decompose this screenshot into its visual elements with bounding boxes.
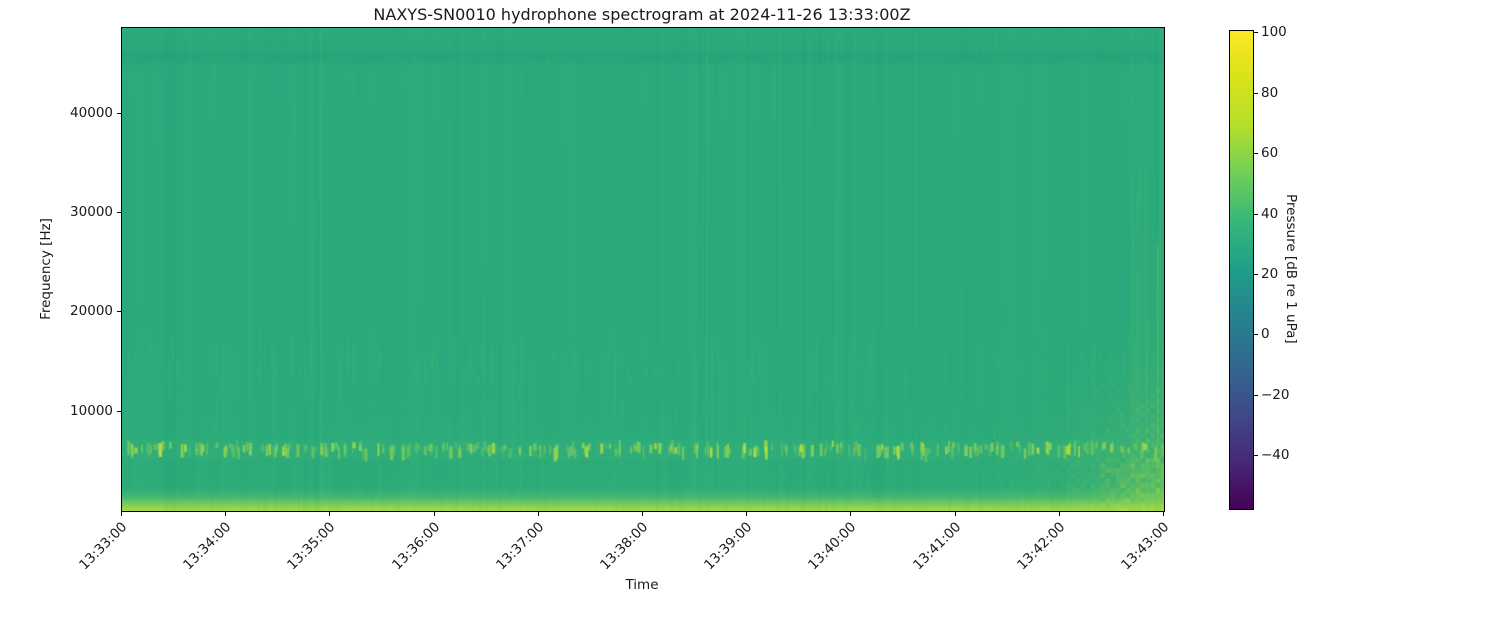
colorbar-tick-label: 20: [1261, 265, 1279, 282]
colorbar-tick-mark: [1254, 153, 1258, 155]
x-tick-label: 13:33:00: [76, 519, 131, 574]
y-tick-mark: [117, 112, 121, 114]
x-tick-mark: [1163, 512, 1164, 516]
colorbar-label: Pressure [dB re 1 uPa]: [1283, 30, 1299, 508]
colorbar-tick-mark: [1254, 455, 1258, 457]
colorbar-tick-label: 40: [1261, 205, 1279, 222]
spectrogram-figure: NAXYS-SN0010 hydrophone spectrogram at 2…: [0, 0, 1500, 600]
colorbar-tick-label: 80: [1261, 84, 1279, 101]
y-tick-mark: [117, 212, 121, 214]
x-tick-mark: [121, 512, 122, 516]
x-tick-mark: [225, 512, 227, 516]
spectrogram-image: [122, 28, 1164, 511]
x-tick-mark: [329, 512, 331, 516]
y-axis-label: Frequency [Hz]: [36, 27, 56, 510]
colorbar-tick-label: 0: [1261, 326, 1270, 343]
colorbar: [1229, 30, 1254, 510]
spectrogram-plot-area: [121, 27, 1165, 512]
plot-title: NAXYS-SN0010 hydrophone spectrogram at 2…: [373, 5, 911, 24]
y-tick-mark: [117, 311, 121, 313]
colorbar-tick-mark: [1254, 92, 1258, 94]
colorbar-tick-mark: [1254, 32, 1258, 34]
y-tick-label: 30000: [70, 204, 113, 221]
x-tick-mark: [642, 512, 643, 516]
y-tick-label: 10000: [70, 402, 113, 419]
y-tick-label: 20000: [70, 303, 113, 320]
x-tick-mark: [954, 512, 956, 516]
colorbar-tick-mark: [1254, 334, 1258, 336]
x-tick-mark: [433, 512, 435, 516]
colorbar-tick-mark: [1254, 273, 1258, 275]
x-tick-mark: [1058, 512, 1060, 516]
x-tick-mark: [850, 512, 852, 516]
y-tick-label: 40000: [70, 104, 113, 121]
colorbar-label-text: Pressure [dB re 1 uPa]: [1283, 194, 1299, 344]
colorbar-tick-mark: [1254, 213, 1258, 215]
colorbar-tick-mark: [1254, 394, 1258, 396]
colorbar-tick-label: 60: [1261, 145, 1279, 162]
x-tick-mark: [746, 512, 748, 516]
y-tick-mark: [117, 410, 121, 412]
x-axis-label: Time: [625, 577, 659, 593]
x-tick-mark: [537, 512, 539, 516]
